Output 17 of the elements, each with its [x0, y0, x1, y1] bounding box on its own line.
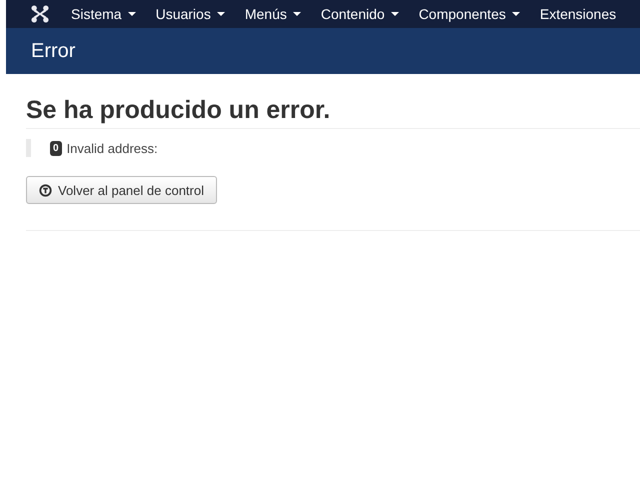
menu-item[interactable]: Contenido	[310, 6, 409, 22]
error-heading: Se ha producido un error.	[26, 74, 640, 129]
caret-icon	[292, 12, 301, 16]
menu-item[interactable]: Extensiones	[530, 6, 626, 22]
caret-icon	[128, 12, 136, 16]
menu-item[interactable]: Usuarios	[146, 6, 235, 22]
back-button[interactable]: Volver al panel de control	[26, 176, 217, 204]
menu-item[interactable]: Menús	[234, 6, 311, 22]
error-code-badge: 0	[50, 140, 62, 156]
caret-icon	[216, 12, 225, 16]
logo-icon[interactable]	[31, 5, 49, 23]
caret-icon	[390, 12, 399, 16]
page-title: Error	[31, 40, 76, 62]
caret-icon	[512, 12, 520, 16]
menu-item[interactable]: Sistema	[61, 6, 146, 22]
error-message: Invalid address:	[66, 140, 158, 156]
menu-item[interactable]: Componentes	[408, 6, 530, 22]
